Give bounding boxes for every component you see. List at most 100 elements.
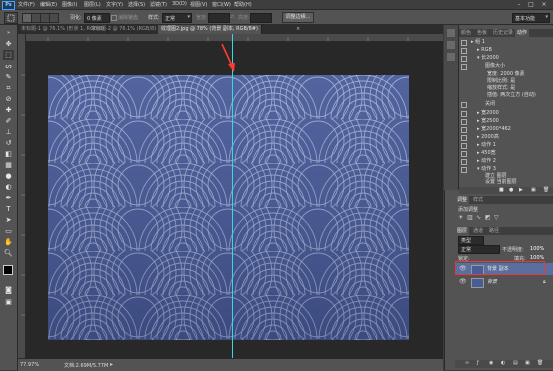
dodge-tool-icon[interactable]: ◐ (3, 182, 14, 192)
blend-mode-select[interactable]: 正常 (458, 245, 500, 254)
blur-tool-icon[interactable]: ● (3, 171, 14, 181)
tab-paths[interactable]: 路径 (487, 227, 501, 235)
workspace-select[interactable]: 基本功能 ▾ (512, 13, 550, 23)
gradient-tool-icon[interactable]: ▦ (3, 160, 14, 170)
height-input[interactable] (250, 13, 272, 23)
hand-tool-icon[interactable]: ✋ (3, 237, 14, 247)
action-row[interactable]: ▸ 组 1 (459, 38, 553, 46)
trash-icon[interactable]: 🗑︎ (543, 187, 549, 193)
quick-select-icon[interactable]: ✎ (3, 72, 14, 82)
layer-filter-select[interactable]: 类型 (458, 236, 484, 245)
collapse-icon[interactable]: » (3, 28, 14, 38)
action-row[interactable]: ▸ 450宽 (459, 149, 553, 157)
action-row[interactable]: ▸ RGB (459, 46, 553, 54)
refine-edge-button[interactable]: 调整边缘... (282, 12, 314, 23)
trash-icon[interactable]: 🗑︎ (537, 360, 543, 366)
tab-history[interactable]: 历史记录 (491, 29, 515, 37)
action-row[interactable]: ▸ 宽2500 (459, 117, 553, 125)
vibrance-icon[interactable]: ▽ (494, 214, 499, 221)
tab-document-2[interactable]: 未标题-2 @ 76.1% (RGB/8) (88, 25, 161, 34)
quick-mask-icon[interactable]: ◙ (3, 285, 14, 295)
clone-stamp-icon[interactable]: ⊥ (3, 127, 14, 137)
link-icon[interactable]: ∞ (465, 360, 469, 366)
type-tool-icon[interactable]: T (3, 204, 14, 214)
menu-file[interactable]: 文件(F) (18, 1, 35, 8)
action-row[interactable]: 设置 当前图层 (459, 178, 553, 186)
antialias-checkbox[interactable] (111, 15, 117, 21)
history-panel-icon[interactable] (447, 29, 455, 37)
menu-help[interactable]: 帮助(H) (234, 1, 252, 8)
action-row[interactable]: ▸ 宽2000*462 (459, 125, 553, 133)
menu-window[interactable]: 窗口(W) (212, 1, 231, 8)
tab-layers[interactable]: 图层 (455, 227, 470, 235)
screen-mode-icon[interactable]: ▣ (3, 297, 14, 307)
action-row[interactable]: ▸ 2000高 (459, 133, 553, 141)
tab-actions[interactable]: 动作 (515, 29, 530, 37)
style-select[interactable]: 正常 ▾ (162, 13, 192, 23)
action-row[interactable]: ▸ 宽2000 (459, 109, 553, 117)
stop-icon[interactable]: ■ (499, 187, 504, 193)
document-image[interactable] (48, 75, 409, 340)
tab-channels[interactable]: 通道 (471, 227, 485, 235)
menu-3d[interactable]: 3D(D) (172, 1, 187, 7)
marquee-tool-preset-icon[interactable] (4, 12, 18, 24)
vertical-guide[interactable] (232, 34, 233, 358)
record-icon[interactable]: ● (509, 187, 513, 193)
swap-icon[interactable]: ⇄ (230, 14, 234, 20)
eraser-tool-icon[interactable]: ◧ (3, 149, 14, 159)
eye-icon[interactable]: 👁︎ (459, 276, 467, 288)
path-selection-icon[interactable]: ➤ (3, 215, 14, 225)
eyedropper-icon[interactable]: ⊘ (3, 94, 14, 104)
curves-icon[interactable]: ∿ (476, 214, 481, 221)
fx-icon[interactable]: ƒ (477, 360, 479, 366)
healing-brush-icon[interactable]: ✚ (3, 105, 14, 115)
layer-row[interactable]: 👁︎ 背景 🔒︎ (455, 276, 553, 288)
maximize-icon[interactable]: □ (526, 1, 536, 8)
minimize-icon[interactable]: – (514, 1, 524, 8)
move-tool-icon[interactable]: ✥ (3, 39, 14, 49)
rectangular-marquee-icon[interactable]: ⬚ (3, 50, 14, 60)
new-layer-icon[interactable]: ▣ (525, 360, 530, 366)
levels-icon[interactable]: ▥ (467, 214, 473, 221)
menu-type[interactable]: 文字(Y) (106, 1, 123, 8)
tab-adjustments[interactable]: 调整 (455, 196, 470, 204)
pen-tool-icon[interactable]: ✒ (3, 193, 14, 203)
crop-tool-icon[interactable]: ⌗ (3, 83, 14, 93)
properties-panel-icon[interactable] (447, 41, 455, 49)
mask-icon[interactable]: ◉ (489, 360, 493, 366)
tab-document-active[interactable]: 纹理图2.jpg @ 78% (背景 副本, RGB/8#) (158, 25, 262, 34)
zoom-level[interactable]: 77.97% (20, 362, 39, 368)
brightness-icon[interactable]: ☀ (458, 214, 463, 221)
status-menu-arrow-icon[interactable]: ▸ (110, 361, 113, 368)
menu-layer[interactable]: 图层(L) (84, 1, 101, 8)
menu-filter[interactable]: 滤镜(T) (150, 1, 167, 8)
tab-color[interactable]: 颜色 (459, 29, 473, 37)
lasso-tool-icon[interactable]: ᔕ (3, 61, 14, 71)
action-row[interactable]: ▸ 动作 1 (459, 141, 553, 149)
history-brush-icon[interactable]: ↺ (3, 138, 14, 148)
new-action-icon[interactable]: ▣ (531, 187, 536, 193)
exposure-icon[interactable]: ◩ (485, 214, 491, 221)
action-row[interactable]: 关闭 (459, 100, 553, 108)
menu-image[interactable]: 图像(I) (62, 1, 77, 8)
close-tab-icon[interactable]: × (296, 26, 300, 32)
action-row[interactable]: ▸ 动作 2 (459, 157, 553, 165)
horizontal-ruler[interactable] (26, 34, 443, 42)
action-row[interactable]: 图像大小 (459, 62, 553, 70)
menu-select[interactable]: 选择(S) (128, 1, 145, 8)
adjustment-layer-icon[interactable]: ◐ (501, 360, 505, 366)
width-input[interactable] (208, 13, 230, 23)
zoom-tool-icon[interactable]: 🔍︎ (3, 248, 14, 258)
foreground-color-swatch[interactable] (3, 265, 13, 275)
close-icon[interactable]: × (539, 1, 549, 8)
tab-swatches[interactable]: 色板 (475, 29, 489, 37)
check-icon[interactable] (461, 102, 467, 108)
opacity-value[interactable]: 100% (530, 246, 544, 252)
action-row[interactable]: 插值: 两次立方 (自动) (459, 91, 553, 99)
action-row[interactable]: ▾ 长2000 (459, 54, 553, 62)
feather-input[interactable]: 0 像素 (84, 13, 110, 23)
group-icon[interactable]: ▤ (513, 360, 518, 366)
brush-tool-icon[interactable]: ✐ (3, 116, 14, 126)
character-panel-icon[interactable] (447, 53, 455, 61)
tab-styles[interactable]: 样式 (471, 196, 485, 204)
